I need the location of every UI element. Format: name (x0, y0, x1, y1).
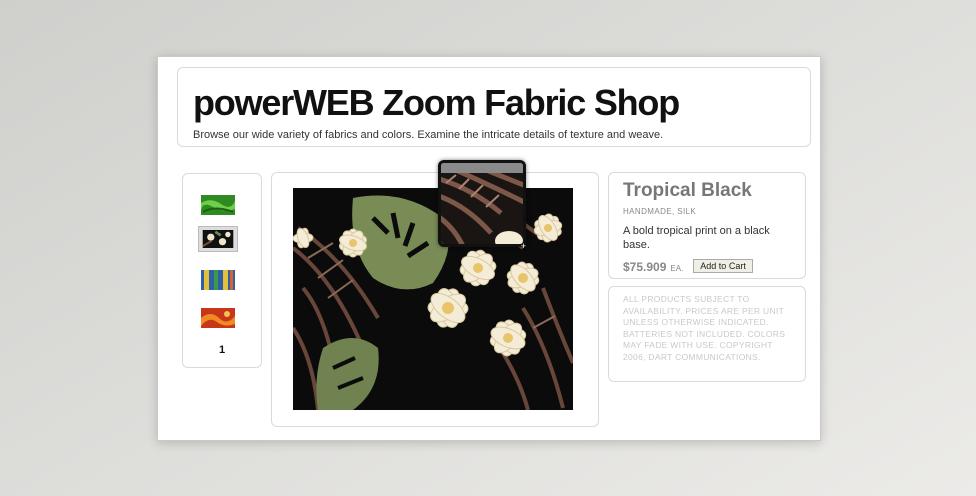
zoom-lens[interactable] (438, 160, 526, 247)
thumbnail-blue-yellow-fabric[interactable] (198, 267, 238, 293)
thumbnail-list: 1 (182, 173, 262, 368)
product-name: Tropical Black (623, 180, 752, 201)
product-description: A bold tropical print on a black base. (623, 225, 770, 251)
legal-notice-box: ALL PRODUCTS SUBJECT TO AVAILABILITY. PR… (608, 286, 806, 382)
product-image[interactable] (293, 188, 573, 410)
thumbnail-tropical-black-fabric[interactable] (198, 226, 238, 252)
tropical-fabric-image (293, 188, 573, 410)
shop-title: powerWEB Zoom Fabric Shop (193, 82, 680, 123)
blue-yellow-fabric-swatch (201, 270, 235, 290)
product-tags: HANDMADE, SILK (623, 207, 697, 216)
price-unit: EA. (670, 264, 684, 273)
thumbnail-page-number[interactable]: 1 (183, 344, 261, 356)
add-to-cart-button[interactable]: Add to Cart (693, 259, 753, 273)
red-orange-fabric-swatch (201, 308, 235, 328)
thumbnail-green-fabric[interactable] (198, 192, 238, 218)
legal-notice-text: ALL PRODUCTS SUBJECT TO AVAILABILITY. PR… (623, 294, 786, 362)
crosshair-cursor-icon: + (520, 241, 527, 251)
product-image-box (271, 172, 599, 427)
zoom-lens-titlebar[interactable] (441, 163, 523, 173)
shop-panel: powerWEB Zoom Fabric Shop Browse our wid… (157, 56, 821, 441)
zoom-lens-icon (441, 173, 523, 244)
shop-tagline: Browse our wide variety of fabrics and c… (193, 129, 664, 141)
green-fabric-swatch (201, 195, 235, 215)
thumbnail-red-orange-fabric[interactable] (198, 305, 238, 331)
price-row: $75.909 EA. Add to Cart (623, 259, 753, 274)
product-info-box: Tropical Black HANDMADE, SILK A bold tro… (608, 172, 806, 279)
shop-header: powerWEB Zoom Fabric Shop Browse our wid… (177, 67, 811, 147)
tropical-black-fabric-swatch (202, 230, 234, 248)
product-price: $75.909 (623, 260, 667, 274)
